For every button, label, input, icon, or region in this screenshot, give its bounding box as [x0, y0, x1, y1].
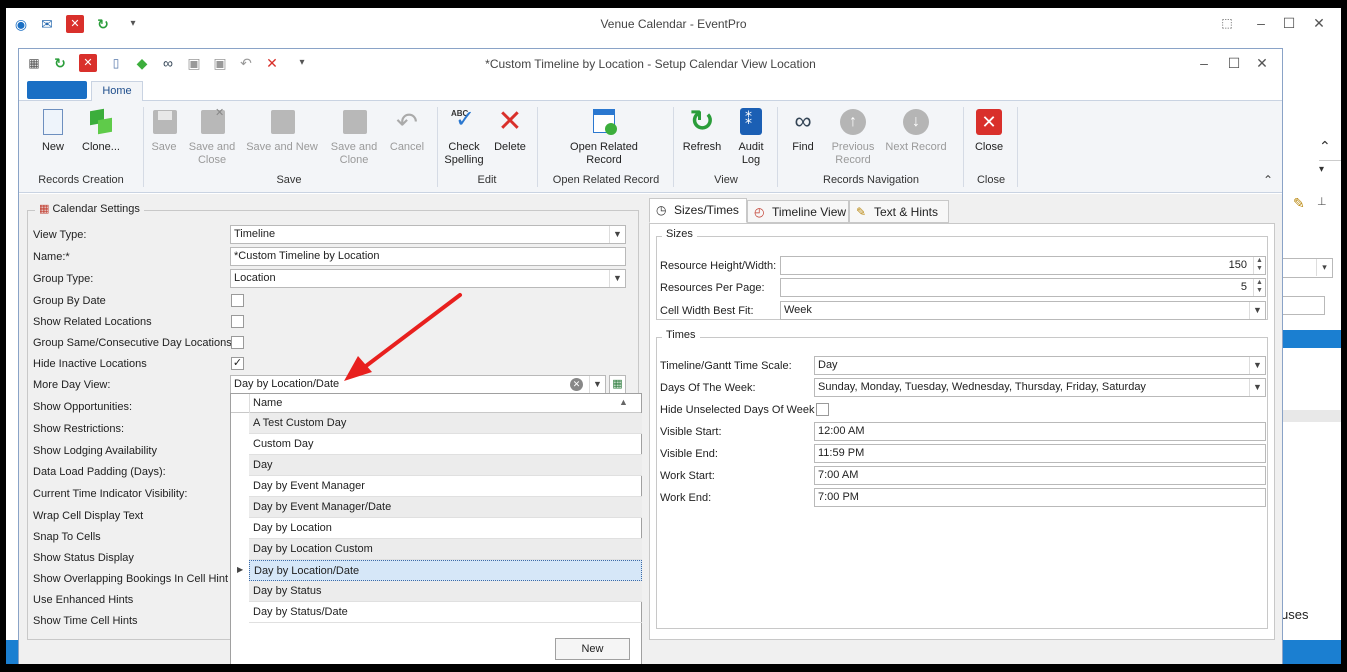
outer-window: ◉ ✉ ✕ ↻ ▾ Venue Calendar - EventPro ⬚ – …: [6, 8, 1341, 664]
annotation-arrow: [344, 293, 462, 381]
arrow-head-icon: [344, 356, 372, 381]
arrow-shaft: [360, 293, 462, 371]
